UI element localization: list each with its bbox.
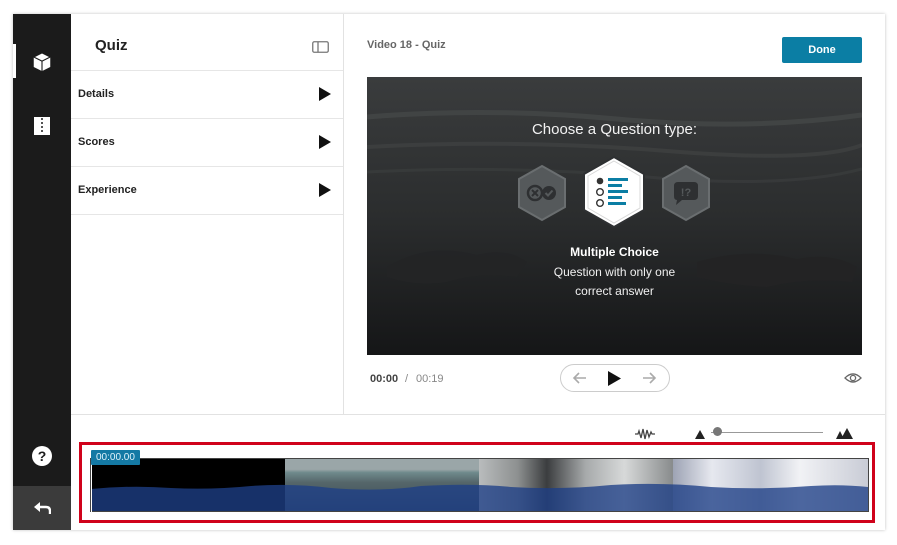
expand-arrow-icon xyxy=(319,135,331,154)
waveform-icon[interactable] xyxy=(635,428,655,440)
panel-title: Quiz xyxy=(95,37,128,54)
section-experience[interactable]: Experience xyxy=(71,167,343,215)
done-button[interactable]: Done xyxy=(782,37,862,63)
undo-arrow-icon xyxy=(34,502,51,514)
timeline-highlight: 00:00.00 xyxy=(79,442,875,523)
video-preview: Choose a Question type: !? Multiple Choi… xyxy=(367,77,862,355)
quiz-settings-panel: Quiz Details Scores Experience xyxy=(71,14,344,414)
section-label: Details xyxy=(78,88,115,100)
section-details[interactable]: Details xyxy=(71,71,343,119)
zoom-out-icon[interactable] xyxy=(695,430,705,439)
undo-button[interactable] xyxy=(13,486,71,530)
icon-rail: ? xyxy=(13,14,71,530)
svg-text:?: ? xyxy=(38,448,47,464)
section-label: Experience xyxy=(78,184,137,196)
true-false-icon[interactable] xyxy=(516,164,568,222)
zoom-in-icon[interactable] xyxy=(836,428,853,439)
expand-arrow-icon xyxy=(319,183,331,202)
play-icon[interactable] xyxy=(607,371,621,386)
playback-controls xyxy=(560,364,670,392)
open-question-icon[interactable]: !? xyxy=(660,164,712,222)
timeline-divider xyxy=(71,414,885,415)
playhead-time-chip: 00:00.00 xyxy=(91,450,140,465)
arrow-left-icon[interactable] xyxy=(572,370,588,386)
zoom-slider[interactable] xyxy=(711,432,823,433)
app-window: ? Quiz Details Scores Experience Video 1… xyxy=(13,14,885,530)
video-title: Video 18 - Quiz xyxy=(367,39,446,51)
audio-waveform xyxy=(91,483,868,511)
selected-type-name: Multiple Choice xyxy=(570,245,659,259)
section-label: Scores xyxy=(78,136,115,148)
multiple-choice-icon[interactable] xyxy=(581,155,647,229)
timeline-track[interactable] xyxy=(90,458,869,512)
panel-toggle-icon[interactable] xyxy=(312,40,329,58)
total-time: 00:19 xyxy=(416,373,444,385)
question-circle-icon[interactable]: ? xyxy=(13,434,71,478)
svg-text:!?: !? xyxy=(681,187,692,199)
editor-area: Video 18 - Quiz Done Choose a Question t… xyxy=(344,14,885,414)
cube-icon[interactable] xyxy=(13,40,71,84)
eye-icon[interactable] xyxy=(844,372,862,384)
zoom-slider-handle[interactable] xyxy=(713,427,722,436)
current-time: 00:00 xyxy=(370,373,399,385)
expand-arrow-icon xyxy=(319,87,331,106)
arrow-right-icon[interactable] xyxy=(641,370,657,386)
question-prompt: Choose a Question type: xyxy=(531,121,698,138)
panel-header: Quiz xyxy=(71,14,343,71)
section-scores[interactable]: Scores xyxy=(71,119,343,167)
playhead[interactable] xyxy=(91,458,92,517)
document-icon[interactable] xyxy=(13,104,71,148)
time-separator: / xyxy=(405,373,409,385)
selected-type-description: Question with only one correct answer xyxy=(553,265,676,298)
